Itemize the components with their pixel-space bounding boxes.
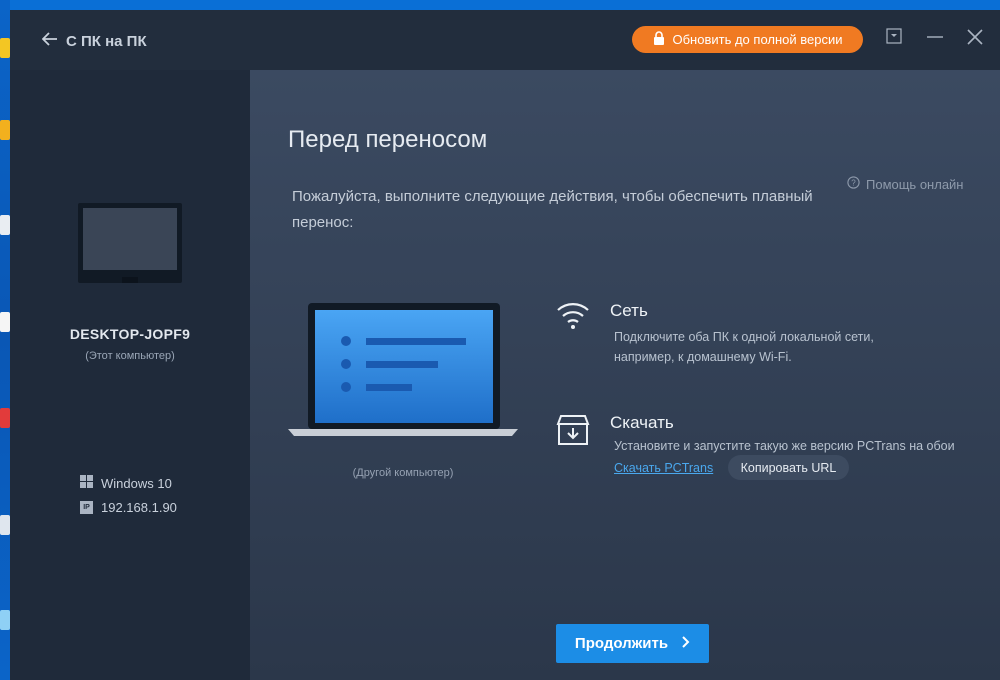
menu-dropdown-button[interactable] xyxy=(886,28,906,48)
online-help-link[interactable]: ? Помощь онлайн xyxy=(847,176,964,192)
svg-text:?: ? xyxy=(851,179,856,188)
minimize-button[interactable] xyxy=(926,28,946,48)
laptop-illustration xyxy=(288,303,518,448)
desktop-shortcut-icon[interactable] xyxy=(0,120,10,140)
sidebar: DESKTOP-JOPF9 (Этот компьютер) Windows 1… xyxy=(10,70,250,680)
desktop-shortcut-icon[interactable] xyxy=(0,38,10,58)
intro-text: Пожалуйста, выполните следующие действия… xyxy=(292,188,813,231)
continue-button[interactable]: Продолжить xyxy=(556,624,709,663)
page-title: Перед переносом xyxy=(288,126,488,153)
copy-url-button[interactable]: Копировать URL xyxy=(728,455,849,480)
network-step-title: Сеть xyxy=(610,301,648,320)
ip-label: 192.168.1.90 xyxy=(101,500,177,515)
windows-icon xyxy=(80,475,93,491)
os-label: Windows 10 xyxy=(101,475,172,491)
this-pc-label: (Этот компьютер) xyxy=(85,350,175,362)
download-pctrans-link[interactable]: Скачать PCTrans xyxy=(614,461,713,475)
download-step-desc: Установите и запустите такую же версию P… xyxy=(614,439,955,453)
app-window: С ПК на ПК Обновить до полной версии DES… xyxy=(10,10,1000,680)
monitor-icon xyxy=(78,203,182,294)
title-bar: С ПК на ПК Обновить до полной версии xyxy=(10,10,1000,70)
other-pc-label: (Другой компьютер) xyxy=(352,467,454,479)
main-panel: Перед переносом ? Помощь онлайн Пожалуйс… xyxy=(250,70,1000,680)
minimize-icon xyxy=(927,36,943,38)
download-box-icon xyxy=(556,414,590,451)
os-info: Windows 10 xyxy=(80,475,172,491)
back-label: С ПК на ПК xyxy=(66,32,147,50)
desktop-shortcut-icon[interactable] xyxy=(0,312,10,332)
ip-icon: IP xyxy=(80,501,93,514)
dropdown-icon xyxy=(886,28,902,44)
network-step-desc: Подключите оба ПК к одной локальной сети… xyxy=(614,327,874,367)
ip-info: IP 192.168.1.90 xyxy=(80,500,177,515)
close-button[interactable] xyxy=(966,28,986,48)
download-step-title: Скачать xyxy=(610,413,674,432)
desktop-shortcut-icon[interactable] xyxy=(0,215,10,235)
continue-label: Продолжить xyxy=(574,635,669,652)
upgrade-label: Обновить до полной версии xyxy=(672,32,843,47)
desktop-shortcut-icon[interactable] xyxy=(0,515,10,535)
network-desc-line2: например, к домашнему Wi-Fi. xyxy=(614,350,792,364)
wifi-icon xyxy=(556,300,590,335)
close-icon xyxy=(967,29,983,45)
desktop-shortcut-icon[interactable] xyxy=(0,408,10,428)
this-pc-name: DESKTOP-JOPF9 xyxy=(69,326,191,342)
back-button[interactable]: С ПК на ПК xyxy=(41,30,147,52)
help-label: Помощь онлайн xyxy=(866,176,964,192)
network-desc-line1: Подключите оба ПК к одной локальной сети… xyxy=(614,330,874,344)
chevron-right-icon xyxy=(682,635,690,652)
lock-icon xyxy=(653,31,665,48)
arrow-left-icon xyxy=(41,31,58,51)
desktop-shortcut-icon[interactable] xyxy=(0,610,10,630)
desktop-background xyxy=(0,0,10,680)
upgrade-button[interactable]: Обновить до полной версии xyxy=(632,26,863,53)
